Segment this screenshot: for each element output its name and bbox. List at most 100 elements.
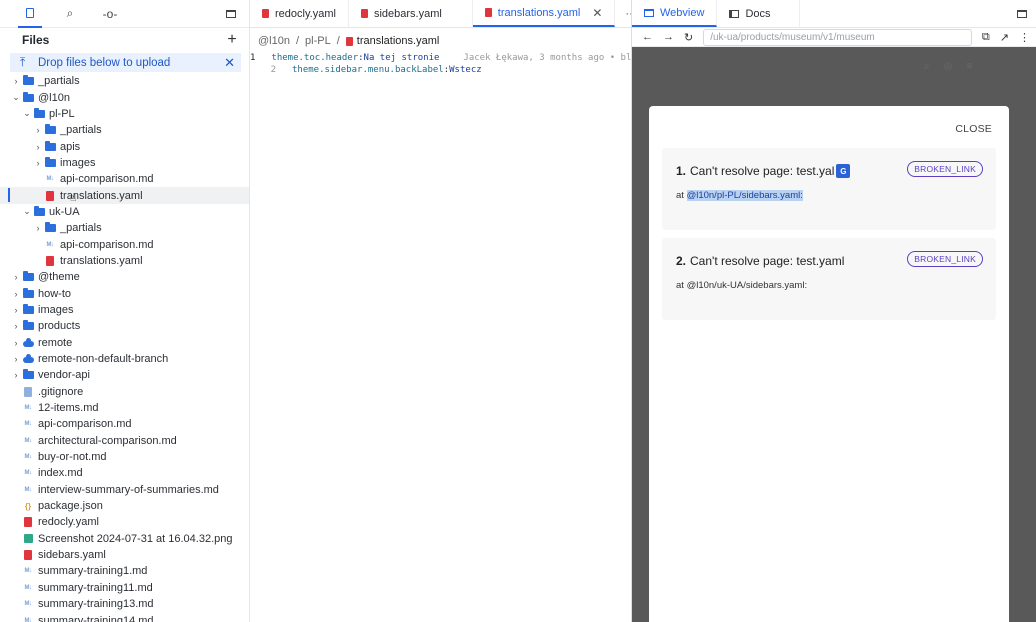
modal-close-button[interactable]: CLOSE [955, 123, 992, 135]
tree-file[interactable]: M↓ buy-or-not.md [0, 449, 249, 465]
markdown-file-icon-shape: M↓ [46, 176, 55, 183]
tree-file[interactable]: sidebars.yaml [0, 547, 249, 563]
tree-item-label: api-comparison.md [38, 418, 132, 431]
tree-folder[interactable]: › _partials [0, 122, 249, 138]
tree-folder[interactable]: ⌄ pl-PL [0, 106, 249, 122]
git-tab[interactable]: -o- [98, 0, 122, 28]
files-tab[interactable] [18, 0, 42, 28]
code-editor[interactable]: 1 theme.toc.header: Na tej stronie Jacek… [250, 52, 637, 76]
tree-item-label: summary-training14.md [38, 614, 154, 622]
tab-webview[interactable]: Webview [632, 0, 718, 27]
tree-folder[interactable]: › products [0, 318, 249, 334]
search-tab[interactable]: ⌕ [58, 0, 82, 28]
markdown-file-icon: M↓ [22, 436, 34, 446]
tree-folder[interactable]: › images [0, 302, 249, 318]
location-link[interactable]: @l10n/pl-PL/sidebars.yaml: [686, 190, 803, 201]
tree-file[interactable]: M↓ summary-training1.md [0, 563, 249, 579]
tree-item-label: translations.yaml [60, 254, 143, 267]
markdown-file-icon: M↓ [22, 452, 34, 462]
tree-item-label: Screenshot 2024-07-31 at 16.04.32.png [38, 532, 233, 545]
chevron-right-icon[interactable]: › [32, 158, 44, 168]
tree-file[interactable]: M↓ architectural-comparison.md [0, 433, 249, 449]
tree-file[interactable]: M↓ index.md [0, 465, 249, 481]
breadcrumb-item[interactable]: @l10n [258, 35, 290, 47]
tree-file[interactable]: {} package.json [0, 498, 249, 514]
tree-folder[interactable]: › @theme [0, 269, 249, 285]
tree-file[interactable]: M↓ api-comparison.md [0, 171, 249, 187]
tree-file[interactable]: M↓ api-comparison.md [0, 416, 249, 432]
chevron-down-icon[interactable]: ⌄ [21, 206, 33, 217]
chevron-right-icon[interactable]: › [10, 289, 22, 299]
chevron-right-icon[interactable]: › [10, 338, 22, 348]
tree-file[interactable]: redocly.yaml [0, 514, 249, 530]
chevron-right-icon[interactable]: › [32, 142, 44, 152]
url-input[interactable]: /uk-ua/products/museum/v1/museum [703, 28, 972, 46]
tree-file[interactable]: translations.yaml ☝ [0, 187, 249, 204]
tree-file[interactable]: M↓ interview-summary-of-summaries.md [0, 482, 249, 498]
page-nav-dimmed: ⌕ ◎ ≡ [924, 61, 972, 72]
tree-file[interactable]: M↓ api-comparison.md [0, 236, 249, 252]
breadcrumb-separator: / [295, 35, 300, 47]
tree-folder[interactable]: ⌄ @l10n [0, 89, 249, 105]
collapse-sidebar-button[interactable] [217, 0, 245, 28]
tab-docs[interactable]: Docs [717, 0, 800, 27]
chevron-down-icon[interactable]: ⌄ [10, 92, 22, 103]
folder-icon-shape [22, 320, 34, 331]
tree-folder[interactable]: › how-to [0, 285, 249, 301]
chevron-right-icon[interactable]: › [10, 354, 22, 364]
chevron-right-icon[interactable]: › [10, 272, 22, 282]
split-view-button[interactable] [1008, 0, 1036, 27]
tree-item-label: api-comparison.md [60, 173, 154, 186]
tree-file[interactable]: Screenshot 2024-07-31 at 16.04.32.png [0, 531, 249, 547]
tree-item-label: @l10n [38, 91, 70, 104]
markdown-file-icon-shape: M↓ [24, 584, 33, 591]
markdown-file-icon-shape: M↓ [46, 241, 55, 248]
open-external-icon[interactable]: ↗ [1000, 31, 1009, 44]
tree-folder[interactable]: › remote [0, 335, 249, 351]
close-icon[interactable]: ✕ [224, 55, 235, 71]
chevron-right-icon[interactable]: › [10, 76, 22, 86]
close-tab-icon[interactable]: ✕ [592, 6, 602, 20]
add-file-button[interactable]: + [223, 32, 241, 48]
tree-file[interactable]: M↓ summary-training14.md [0, 612, 249, 622]
tree-folder[interactable]: ⌄ uk-UA [0, 204, 249, 220]
tree-item-label: summary-training13.md [38, 598, 154, 611]
code-line[interactable]: 1 theme.toc.header: Na tej stronie Jacek… [250, 52, 637, 64]
tree-folder[interactable]: › vendor-api [0, 367, 249, 383]
reload-icon[interactable]: ↻ [684, 31, 693, 44]
translate-icon[interactable]: G [836, 164, 851, 178]
yaml-file-icon [22, 517, 34, 528]
folder-icon [33, 205, 45, 217]
chevron-right-icon[interactable]: › [32, 223, 44, 233]
tree-file[interactable]: M↓ 12-items.md [0, 400, 249, 416]
cloud-folder-icon [22, 337, 34, 348]
breadcrumb-item[interactable]: pl-PL [305, 35, 331, 47]
tree-file[interactable]: M↓ summary-training11.md [0, 580, 249, 596]
tree-folder[interactable]: › _partials [0, 220, 249, 236]
tree-folder[interactable]: › remote-non-default-branch [0, 351, 249, 367]
tab-translations-yaml[interactable]: translations.yaml ✕ [472, 0, 616, 27]
chevron-right-icon[interactable]: › [32, 125, 44, 135]
tree-file[interactable]: .gitignore [0, 384, 249, 400]
tree-file[interactable]: translations.yaml [0, 253, 249, 269]
tree-folder[interactable]: › apis [0, 138, 249, 154]
chevron-right-icon[interactable]: › [10, 370, 22, 380]
code-line[interactable]: 2 theme.sidebar.menu.backLabel: Wstecz [250, 64, 631, 76]
tab-sidebars-yaml[interactable]: sidebars.yaml [349, 0, 473, 27]
chevron-right-icon[interactable]: › [10, 321, 22, 331]
tree-folder[interactable]: › _partials [0, 73, 249, 89]
yaml-file-icon [22, 550, 34, 561]
location-link[interactable]: @l10n/uk-UA/sidebars.yaml: [687, 280, 808, 291]
more-vertical-icon[interactable]: ⋮ [1019, 31, 1030, 44]
tab-redocly-yaml[interactable]: redocly.yaml [250, 0, 349, 27]
search-icon: ⌕ [924, 61, 930, 72]
copy-icon[interactable]: ⧉ [982, 31, 990, 44]
tree-file[interactable]: M↓ summary-training13.md [0, 596, 249, 612]
chevron-right-icon[interactable]: › [10, 305, 22, 315]
chevron-down-icon[interactable]: ⌄ [21, 108, 33, 119]
yaml-file-icon [360, 9, 368, 18]
forward-icon[interactable]: → [663, 31, 674, 43]
back-icon[interactable]: ← [642, 31, 653, 43]
cloud-folder-icon-shape [22, 337, 34, 347]
tree-folder[interactable]: › images [0, 155, 249, 171]
